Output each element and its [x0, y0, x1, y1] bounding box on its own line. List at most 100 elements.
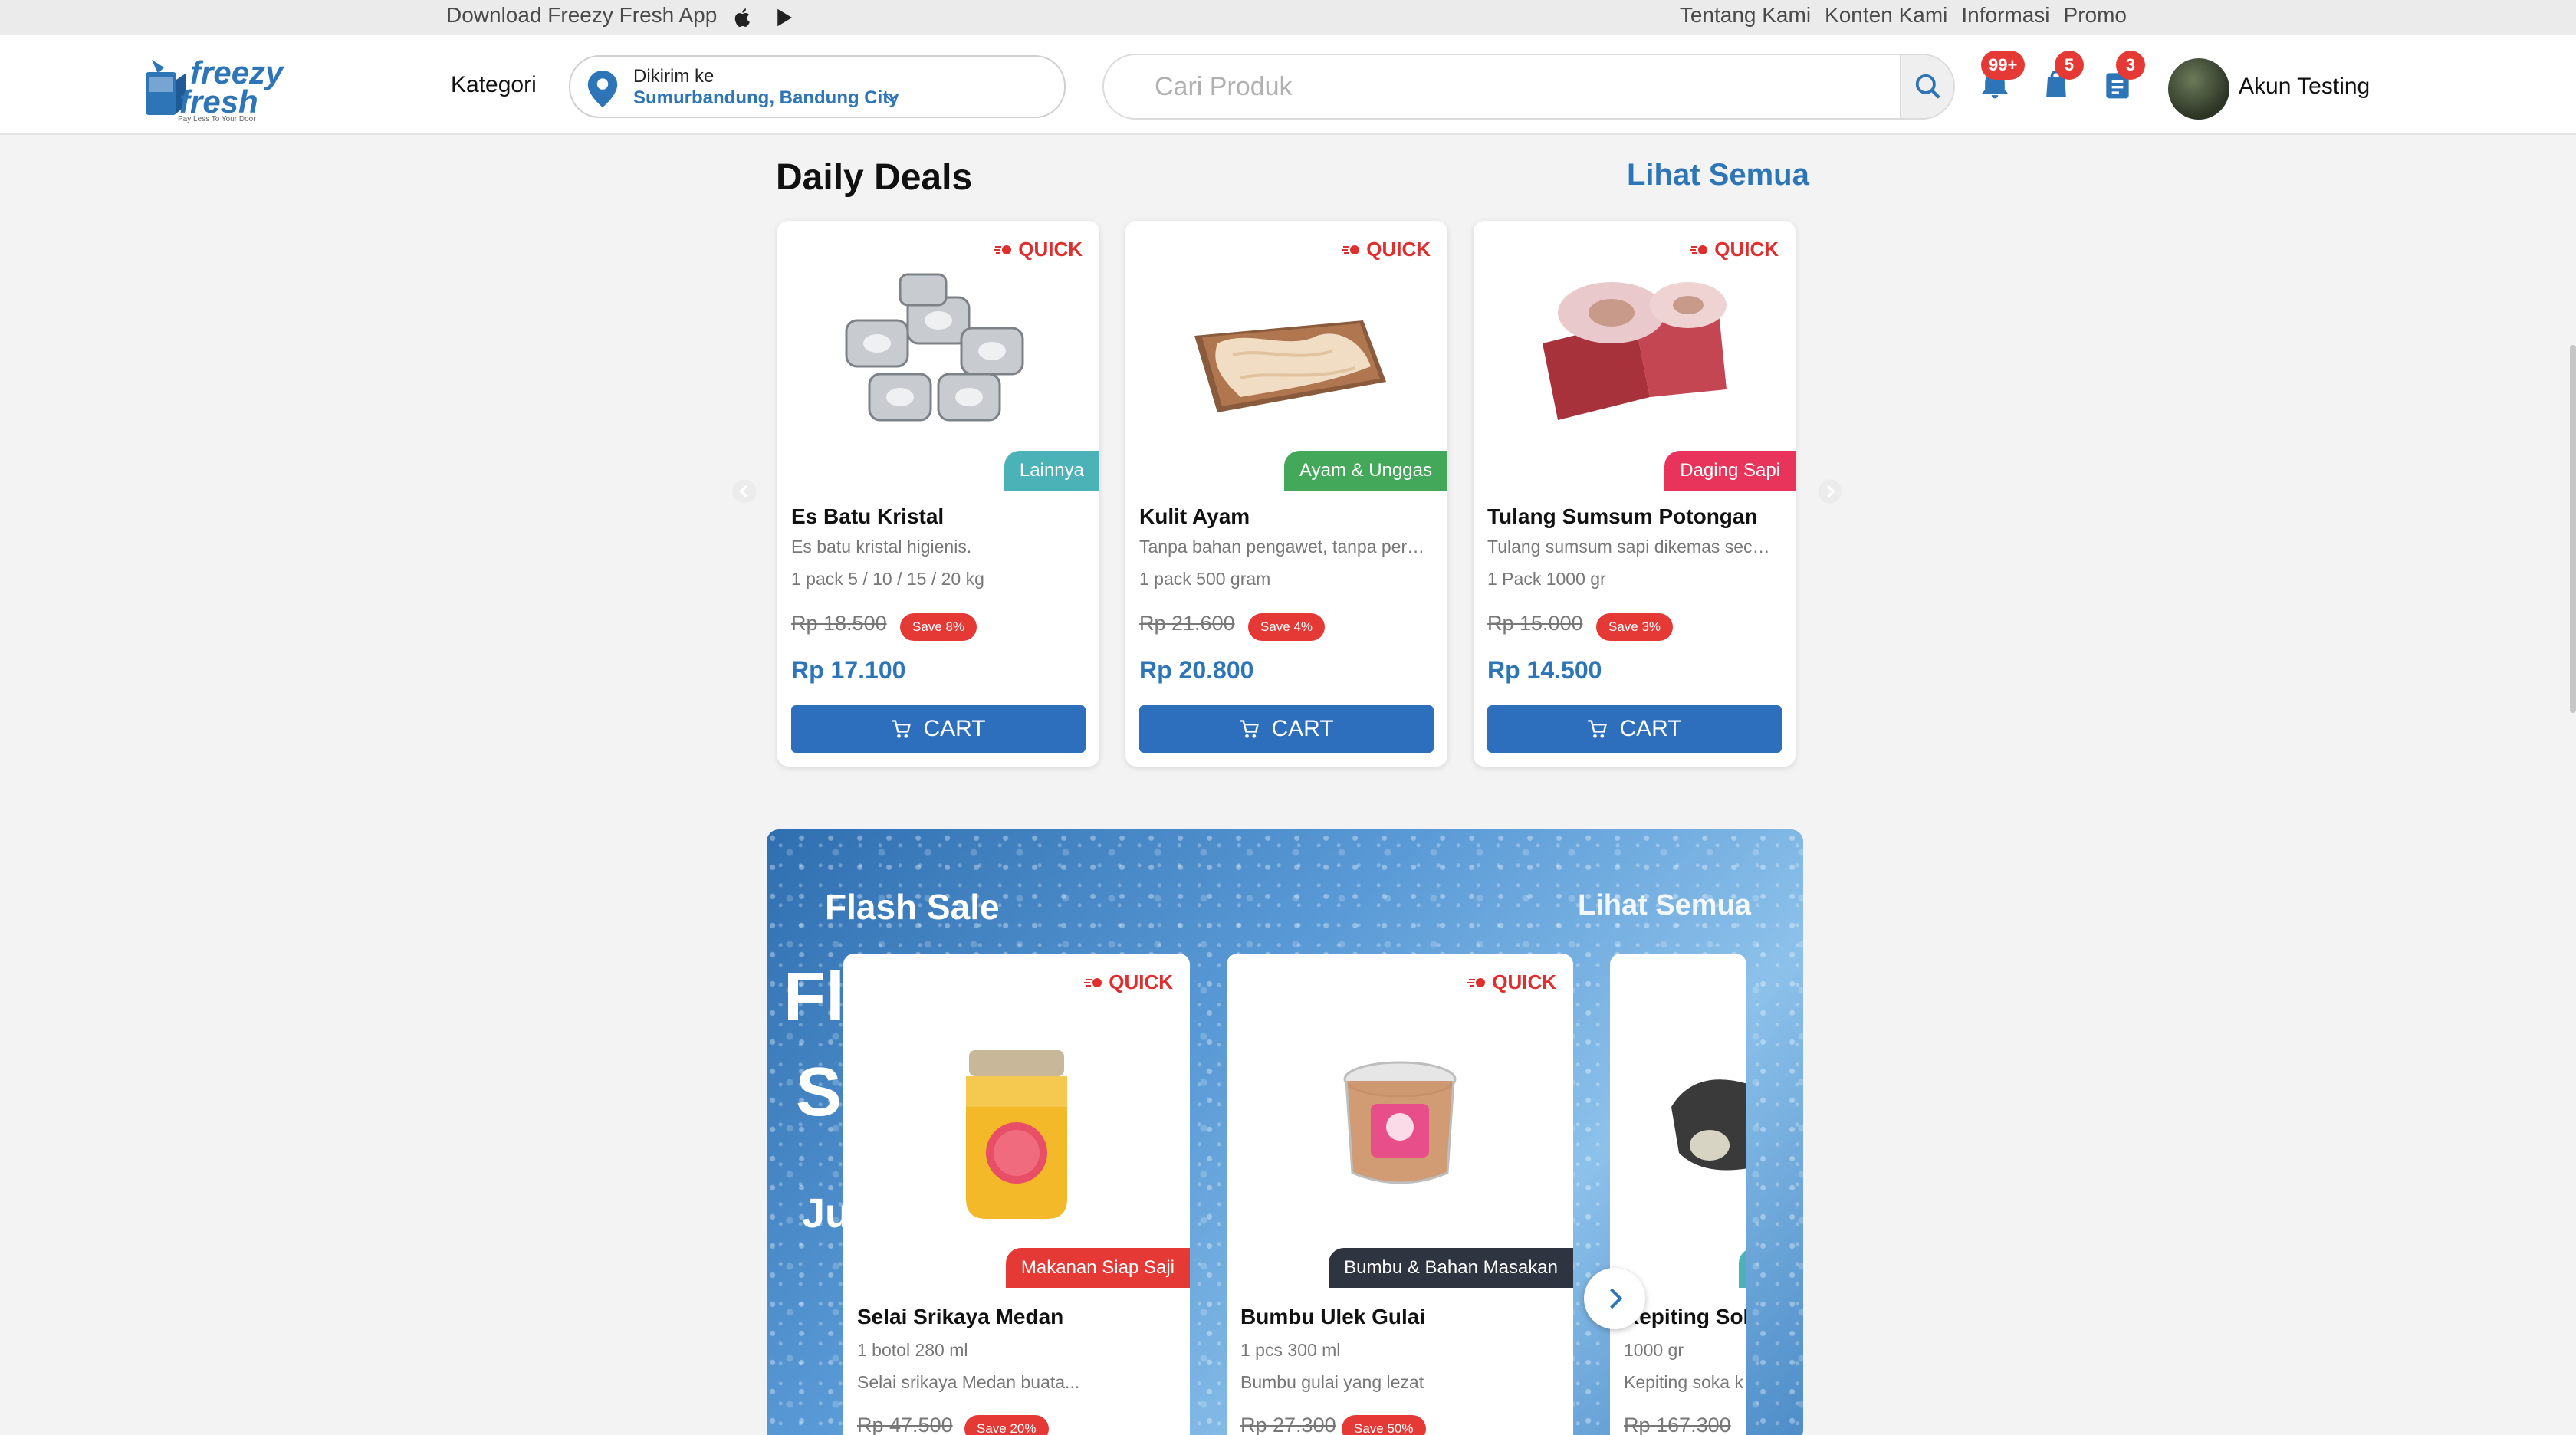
deliver-location: Sumurbandung, Bandung City [633, 87, 899, 108]
product-image-jar [966, 1050, 1067, 1219]
orders-badge: 3 [2116, 51, 2145, 80]
flash-banner-text-2: S [796, 1054, 843, 1131]
apple-icon[interactable] [731, 6, 754, 29]
product-pack: 1 pcs 300 ml [1240, 1340, 1341, 1360]
save-badge: Save 50% [1342, 1415, 1426, 1435]
product-image-chicken-skin [1194, 320, 1386, 412]
category-tag [1739, 1248, 1746, 1288]
quick-delivery-icon [1690, 245, 1708, 254]
product-image-tub [1343, 1061, 1457, 1184]
category-tag: Lainnya [1004, 451, 1099, 491]
link-tentang-kami[interactable]: Tentang Kami [1680, 3, 1811, 28]
delivery-location-selector[interactable]: Dikirim ke Sumurbandung, Bandung City [569, 55, 1066, 118]
kategori-menu[interactable]: Kategori [451, 72, 537, 98]
old-price: Rp 21.600 [1139, 612, 1235, 635]
product-image-ice [845, 273, 1024, 422]
product-pack: 1 botol 280 ml [857, 1340, 968, 1360]
search-icon [1915, 74, 1940, 99]
product-pack: 1 pack 500 gram [1139, 569, 1271, 589]
quick-label: QUICK [1084, 970, 1173, 994]
category-tag: Ayam & Unggas [1284, 451, 1447, 491]
download-app-text: Download Freezy Fresh App [446, 3, 718, 27]
product-desc: Tulang sumsum sapi dikemas secar... [1487, 537, 1779, 557]
old-price: Rp 47.500 [857, 1414, 953, 1435]
add-to-cart-button[interactable]: CART [1487, 705, 1782, 753]
product-name: Kulit Ayam [1139, 504, 1250, 528]
save-badge: Save 8% [900, 613, 978, 641]
save-badge: Save 20% [964, 1415, 1049, 1435]
product-desc: Es batu kristal higienis. [791, 537, 972, 557]
main-header: freezy fresh Pay Less To Your Door Kateg… [0, 35, 2576, 135]
cart-icon [1588, 720, 1608, 738]
old-price: Rp 18.500 [791, 612, 887, 635]
product-pack: 1000 gr [1624, 1340, 1684, 1360]
quick-label: QUICK [1690, 238, 1779, 261]
product-card[interactable]: QUICK Lainnya Es Batu Kristal Es batu kr… [777, 221, 1099, 767]
quick-label: QUICK [994, 238, 1083, 261]
price: Rp 20.800 [1139, 656, 1254, 684]
chevron-down-icon [886, 95, 896, 102]
save-badge: Save 4% [1248, 613, 1326, 641]
product-name: Selai Srikaya Medan [857, 1305, 1064, 1328]
link-informasi[interactable]: Informasi [1961, 3, 2049, 28]
product-card[interactable]: QUICK Daging Sapi Tulang Sumsum Potongan… [1474, 221, 1796, 767]
product-desc: Bumbu gulai yang lezat [1240, 1372, 1424, 1392]
add-to-cart-button[interactable]: CART [1139, 705, 1434, 753]
logo-word-2: fresh [179, 84, 258, 120]
search-input[interactable] [1104, 55, 1901, 118]
flash-product-card[interactable]: QUICK Makanan Siap Saji Selai Srikaya Me… [843, 954, 1190, 1435]
category-tag: Makanan Siap Saji [1005, 1248, 1190, 1288]
flash-product-card[interactable]: Kepiting Soka 1000 gr Kepiting soka k Rp… [1610, 954, 1746, 1435]
old-price: Rp 15.000 [1487, 612, 1583, 635]
avatar[interactable] [2168, 58, 2229, 120]
product-image-crab [1671, 1079, 1746, 1171]
price: Rp 14.500 [1487, 656, 1602, 684]
flash-product-card[interactable]: QUICK Bumbu & Bahan Masakan Bumbu Ulek G… [1227, 954, 1573, 1435]
deliver-label: Dikirim ke [633, 66, 715, 87]
chevron-right-icon[interactable] [1817, 478, 1843, 504]
account-name[interactable]: Akun Testing [2239, 74, 2370, 100]
freezy-fresh-logo[interactable]: freezy fresh Pay Less To Your Door [141, 46, 302, 126]
quick-delivery-icon [1467, 977, 1486, 987]
cart-icon [1240, 720, 1260, 738]
add-to-cart-button[interactable]: CART [791, 705, 1086, 753]
quick-delivery-icon [1342, 245, 1360, 254]
category-tag: Daging Sapi [1664, 451, 1796, 491]
product-name: Bumbu Ulek Gulai [1240, 1305, 1426, 1328]
daily-deals-see-all[interactable]: Lihat Semua [1627, 158, 1809, 192]
flash-sale-section: Fl S Ju Flash Sale Lihat Semua QUICK Mak… [767, 829, 1803, 1435]
flash-sale-see-all[interactable]: Lihat Semua [1578, 889, 1751, 922]
link-konten-kami[interactable]: Konten Kami [1825, 3, 1947, 28]
old-price: Rp 167.300 [1624, 1414, 1731, 1435]
product-desc: Kepiting soka k [1624, 1372, 1743, 1392]
page-scrollbar[interactable] [2570, 345, 2576, 713]
product-image-bone-marrow [1543, 282, 1727, 420]
top-strip: Download Freezy Fresh App Tentang Kami K… [0, 0, 2576, 35]
product-pack: 1 pack 5 / 10 / 15 / 20 kg [791, 569, 984, 589]
chevron-left-icon[interactable] [731, 478, 757, 504]
quick-delivery-icon [1084, 977, 1102, 987]
cart-icon [892, 720, 912, 738]
flash-next-button[interactable] [1584, 1268, 1645, 1329]
category-tag: Bumbu & Bahan Masakan [1329, 1248, 1573, 1288]
product-pack: 1 Pack 1000 gr [1487, 569, 1606, 589]
play-store-icon[interactable] [773, 6, 796, 29]
top-links: Tentang Kami Konten Kami Informasi Promo [1680, 3, 2127, 28]
price: Rp 17.100 [791, 656, 906, 684]
chevron-right-icon [1610, 1288, 1623, 1309]
notification-badge: 99+ [1981, 51, 2026, 80]
bag-badge: 5 [2055, 51, 2084, 80]
save-badge: Save 3% [1596, 613, 1674, 641]
link-promo[interactable]: Promo [2064, 3, 2127, 28]
old-price: Rp 27.300 [1240, 1414, 1336, 1435]
flash-sale-title: Flash Sale [825, 887, 1000, 927]
quick-label: QUICK [1467, 970, 1556, 994]
product-desc: Selai srikaya Medan buata... [857, 1372, 1080, 1392]
flash-banner-text-1: Fl [784, 959, 845, 1036]
logo-tagline: Pay Less To Your Door [178, 115, 256, 123]
product-name: Es Batu Kristal [791, 504, 945, 528]
search-button[interactable] [1900, 55, 1953, 118]
product-card[interactable]: QUICK Ayam & Unggas Kulit Ayam Tanpa bah… [1125, 221, 1447, 767]
product-name: Tulang Sumsum Potongan [1487, 504, 1758, 528]
quick-delivery-icon [994, 245, 1012, 254]
